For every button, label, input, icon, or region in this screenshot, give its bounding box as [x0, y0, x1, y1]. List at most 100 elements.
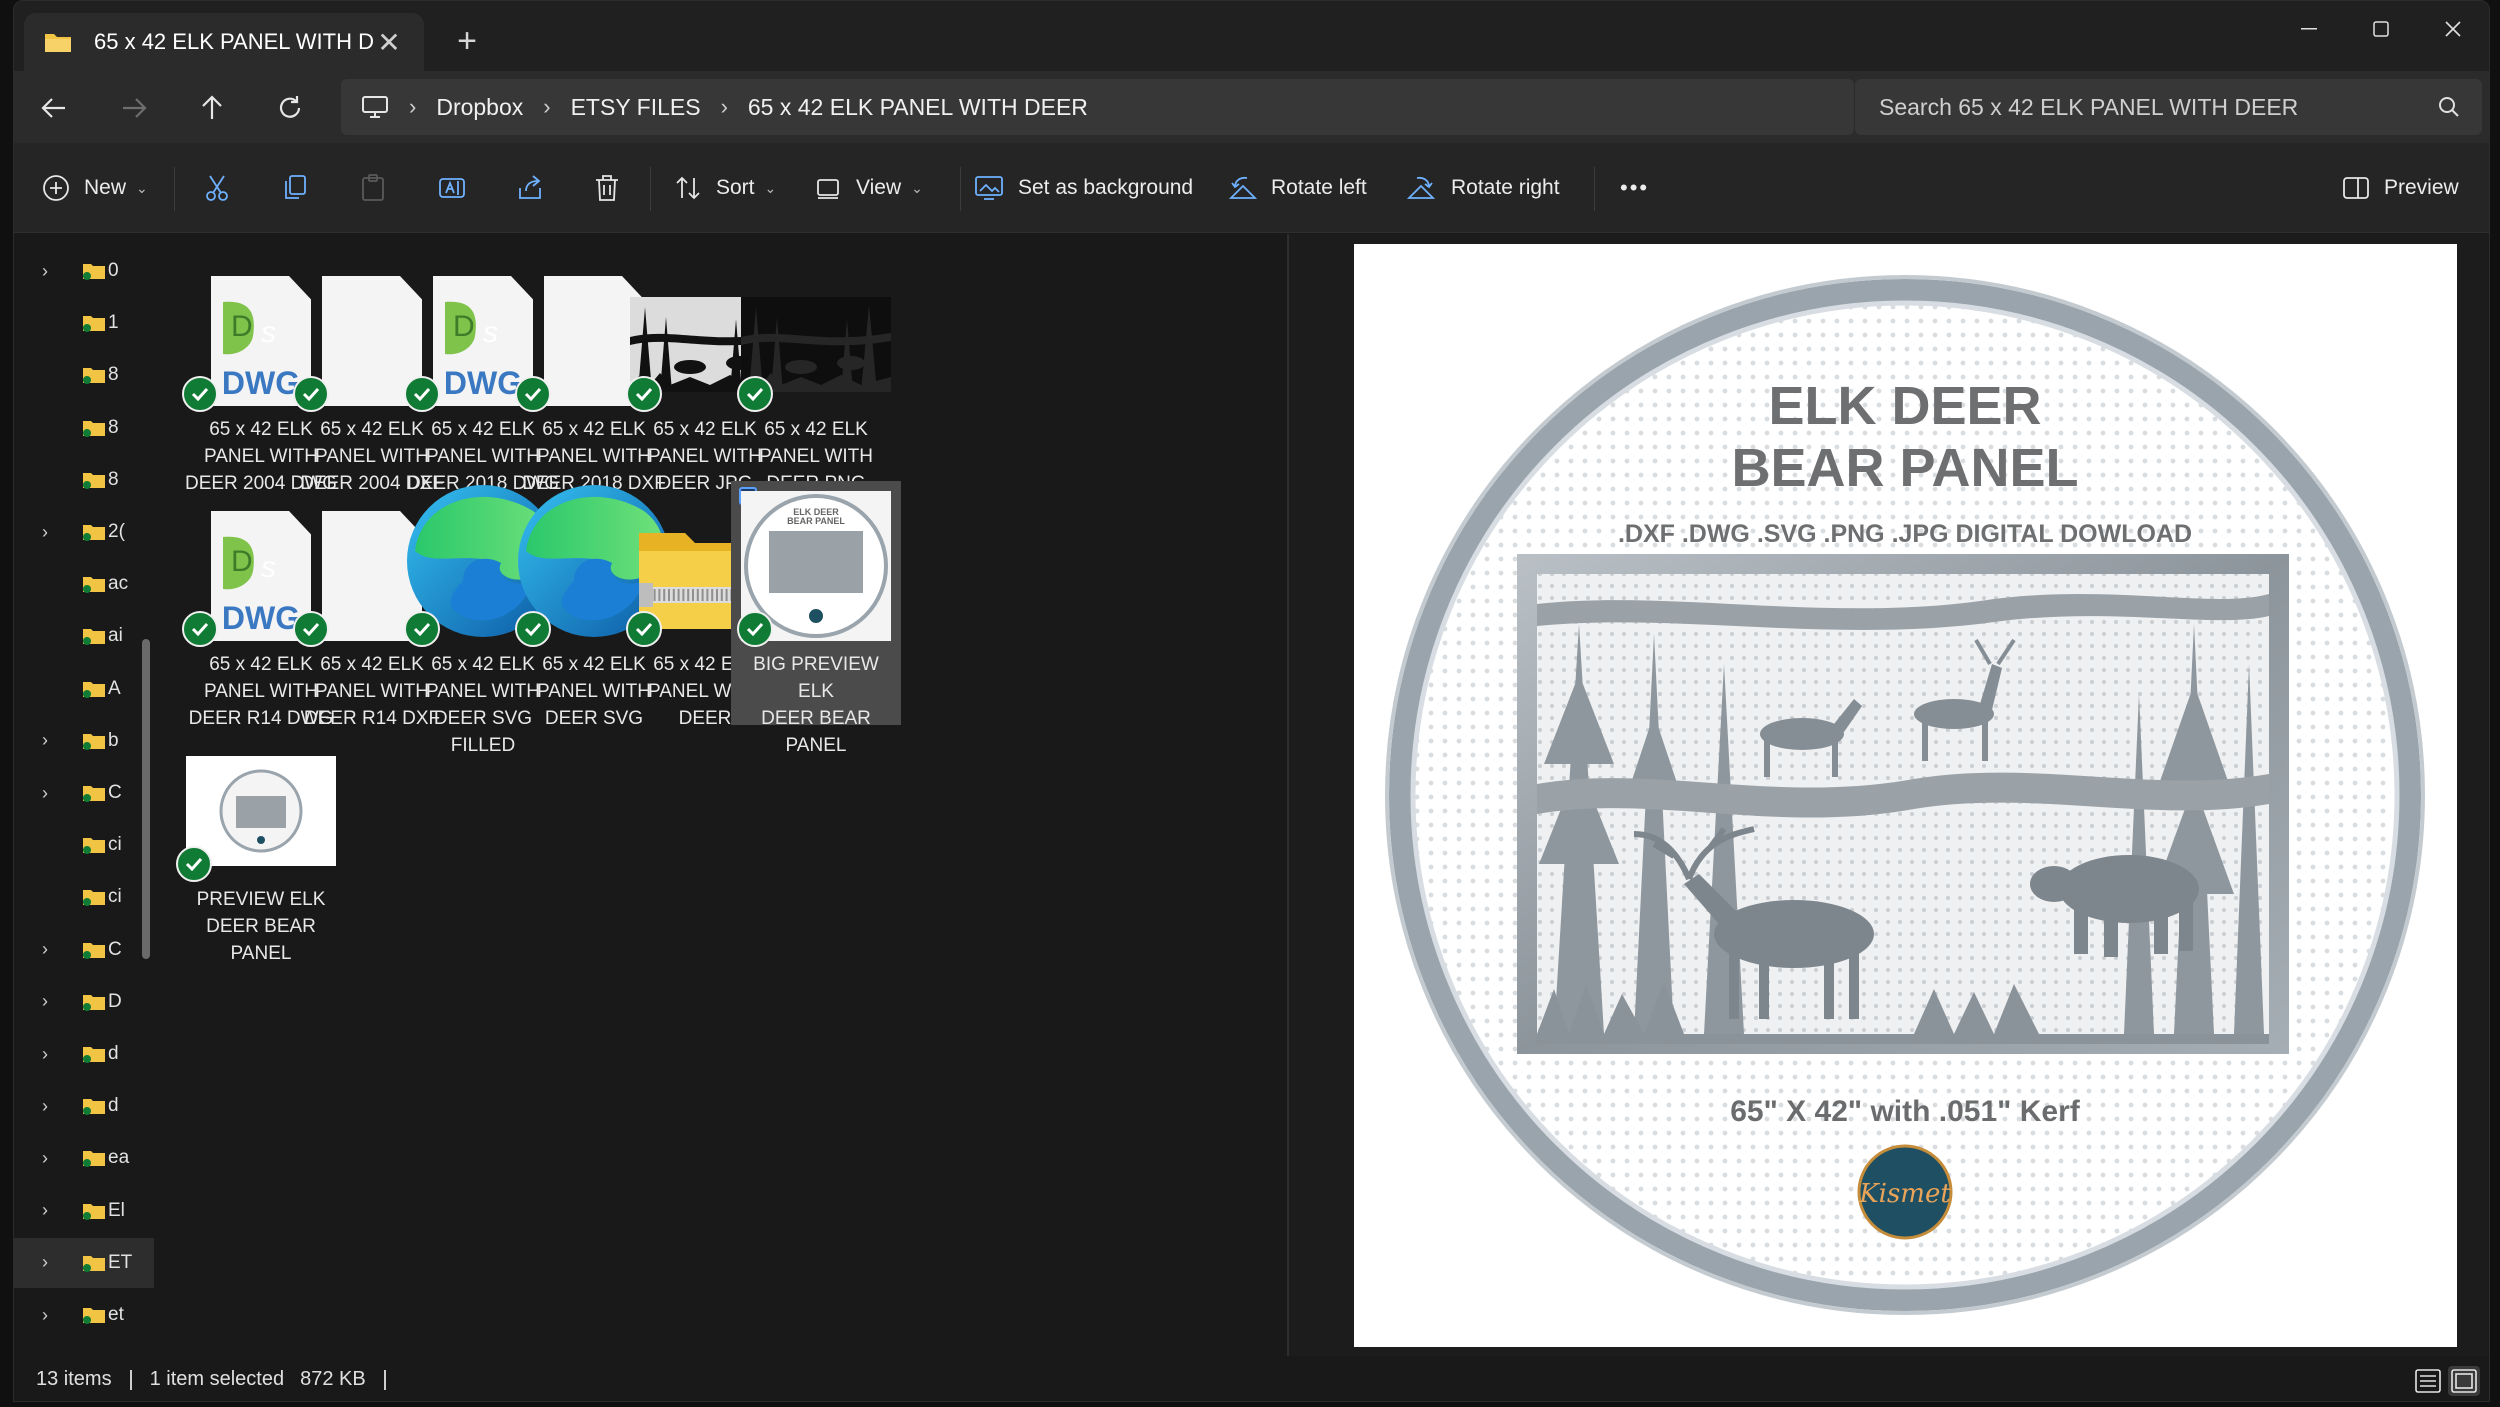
nav-folder-item[interactable]: › 0: [14, 246, 154, 296]
forward-button[interactable]: [106, 83, 162, 133]
search-icon[interactable]: [2438, 96, 2460, 118]
minimize-button[interactable]: [2274, 9, 2344, 49]
file-item[interactable]: ELK DEER BEAR PANEL BIG PREVIEW ELK DEER BE…: [731, 481, 901, 756]
more-options-button[interactable]: •••: [1620, 167, 1649, 209]
view-button[interactable]: View ⌄: [814, 167, 923, 209]
divider: [129, 1369, 132, 1390]
delete-button[interactable]: [594, 167, 634, 209]
nav-folder-item[interactable]: 8: [14, 455, 154, 505]
file-name-line: PANEL WITH: [758, 446, 873, 467]
nav-folder-item[interactable]: ci: [14, 820, 154, 870]
cut-button[interactable]: [204, 167, 244, 209]
scissors-icon: [206, 175, 228, 201]
sync-status-check-icon: [737, 611, 773, 647]
address-bar-row: › Dropbox › ETSY FILES › 65 x 42 ELK PAN…: [14, 71, 2489, 143]
file-item[interactable]: 65 x 42 ELKPANEL WITHDEER PNG: [731, 246, 901, 494]
nav-folder-item[interactable]: › d: [14, 1029, 154, 1079]
chevron-right-icon[interactable]: ›: [42, 1305, 48, 1326]
image-thumbnail: [731, 246, 901, 412]
chevron-right-icon[interactable]: ›: [42, 730, 48, 751]
rotate-left-button[interactable]: Rotate left: [1227, 167, 1367, 209]
nav-item-label: D: [108, 990, 122, 1012]
nav-folder-item[interactable]: › C: [14, 925, 154, 975]
chevron-right-icon[interactable]: ›: [42, 261, 48, 282]
sync-status-check-icon: [182, 376, 218, 412]
nav-folder-item[interactable]: 8: [14, 350, 154, 400]
file-name: BIG PREVIEW ELK DEER BEAR PANEL: [731, 651, 901, 759]
nav-folder-item[interactable]: › C: [14, 768, 154, 818]
chevron-right-icon[interactable]: ›: [42, 1044, 48, 1065]
large-icons-view-button[interactable]: [2448, 1366, 2480, 1396]
preview-title-line-1: ELK DEER: [1768, 376, 2041, 436]
command-bar: New ⌄ Sort ⌄ View ⌄ Set as background Ro…: [14, 143, 2489, 233]
chevron-right-icon[interactable]: ›: [543, 94, 550, 120]
sync-status-check-icon: [515, 376, 551, 412]
rotate-left-icon: [1228, 176, 1257, 199]
back-button[interactable]: [26, 83, 82, 133]
details-view-button[interactable]: [2412, 1366, 2444, 1396]
nav-folder-item[interactable]: Fc: [14, 1342, 154, 1356]
chevron-right-icon[interactable]: ›: [42, 522, 48, 543]
chevron-right-icon[interactable]: ›: [42, 991, 48, 1012]
search-input[interactable]: Search 65 x 42 ELK PANEL WITH DEER: [1879, 94, 2298, 121]
status-bar: 13 items 1 item selected 872 KB: [14, 1356, 2489, 1401]
chevron-down-icon: ⌄: [136, 179, 148, 196]
breadcrumb-item-current-folder[interactable]: 65 x 42 ELK PANEL WITH DEER: [748, 94, 1088, 121]
nav-folder-item[interactable]: ai: [14, 611, 154, 661]
set-as-background-button[interactable]: Set as background: [974, 167, 1193, 209]
copy-button[interactable]: [282, 167, 322, 209]
nav-item-label: 0: [108, 260, 119, 281]
new-button[interactable]: New ⌄: [42, 167, 148, 209]
file-item[interactable]: PREVIEW ELK DEER BEAR PANEL: [176, 716, 346, 964]
search-box[interactable]: Search 65 x 42 ELK PANEL WITH DEER: [1855, 79, 2482, 135]
nav-folder-item[interactable]: › ET: [14, 1237, 154, 1288]
nav-folder-item[interactable]: A: [14, 664, 154, 714]
close-window-button[interactable]: [2418, 9, 2488, 49]
share-button[interactable]: [516, 167, 558, 209]
tab-active[interactable]: 65 x 42 ELK PANEL WITH DEER ✕: [24, 13, 424, 71]
rotate-right-button[interactable]: Rotate right: [1407, 167, 1560, 209]
nav-folder-item[interactable]: › b: [14, 716, 154, 766]
nav-folder-item[interactable]: ci: [14, 872, 154, 922]
breadcrumb-item-etsy-files[interactable]: ETSY FILES: [571, 94, 701, 121]
chevron-right-icon[interactable]: ›: [42, 1096, 48, 1117]
sort-button[interactable]: Sort ⌄: [674, 167, 776, 209]
file-name-line: PANEL: [785, 735, 847, 756]
nav-folder-item[interactable]: › D: [14, 977, 154, 1027]
chevron-right-icon: ›: [409, 94, 417, 119]
chevron-right-icon[interactable]: ›: [42, 1200, 48, 1221]
synced-folder-icon: [83, 1047, 105, 1063]
paste-button[interactable]: [360, 167, 400, 209]
nav-folder-item[interactable]: › ea: [14, 1133, 154, 1183]
kismet-logo: Kismet: [1858, 1179, 1951, 1209]
nav-folder-item[interactable]: › d: [14, 1081, 154, 1131]
tab-close-icon[interactable]: ✕: [374, 26, 404, 59]
preview-pane-button[interactable]: Preview: [2342, 167, 2459, 209]
file-name-line: PANEL: [230, 943, 292, 964]
maximize-button[interactable]: [2346, 9, 2416, 49]
svg-text:D: D: [453, 310, 475, 343]
chevron-right-icon[interactable]: ›: [42, 1252, 48, 1273]
wallpaper-icon: [975, 176, 1003, 200]
new-tab-button[interactable]: +: [447, 21, 487, 61]
chevron-right-icon[interactable]: ›: [42, 783, 48, 804]
rename-button[interactable]: [438, 167, 480, 209]
file-list[interactable]: s D DWG 65 x 42 ELK PANEL WITH DEER 2004 DWG 6…: [154, 234, 1288, 1356]
chevron-right-icon[interactable]: ›: [42, 1148, 48, 1169]
refresh-button[interactable]: [262, 83, 318, 133]
nav-folder-item[interactable]: 8: [14, 403, 154, 453]
computer-icon: [362, 96, 388, 118]
nav-folder-item[interactable]: › 2(: [14, 507, 154, 557]
breadcrumb-item-dropbox[interactable]: Dropbox: [436, 94, 523, 121]
up-button[interactable]: [184, 83, 240, 133]
nav-folder-item[interactable]: 1: [14, 298, 154, 348]
minimize-icon: [2301, 28, 2317, 30]
nav-folder-item[interactable]: › et: [14, 1290, 154, 1340]
address-bar[interactable]: › Dropbox › ETSY FILES › 65 x 42 ELK PAN…: [341, 79, 1854, 135]
navigation-pane[interactable]: › 0 1 8 8 8 › 2(ac ai A › b › Cci ci › C › D › d › d › ea › El › ET ›…: [14, 234, 154, 1356]
chevron-right-icon[interactable]: ›: [42, 939, 48, 960]
chevron-right-icon[interactable]: ›: [721, 94, 728, 120]
nav-folder-item[interactable]: › El: [14, 1186, 154, 1236]
nav-folder-item[interactable]: ac: [14, 559, 154, 609]
svg-text:s: s: [261, 551, 276, 584]
